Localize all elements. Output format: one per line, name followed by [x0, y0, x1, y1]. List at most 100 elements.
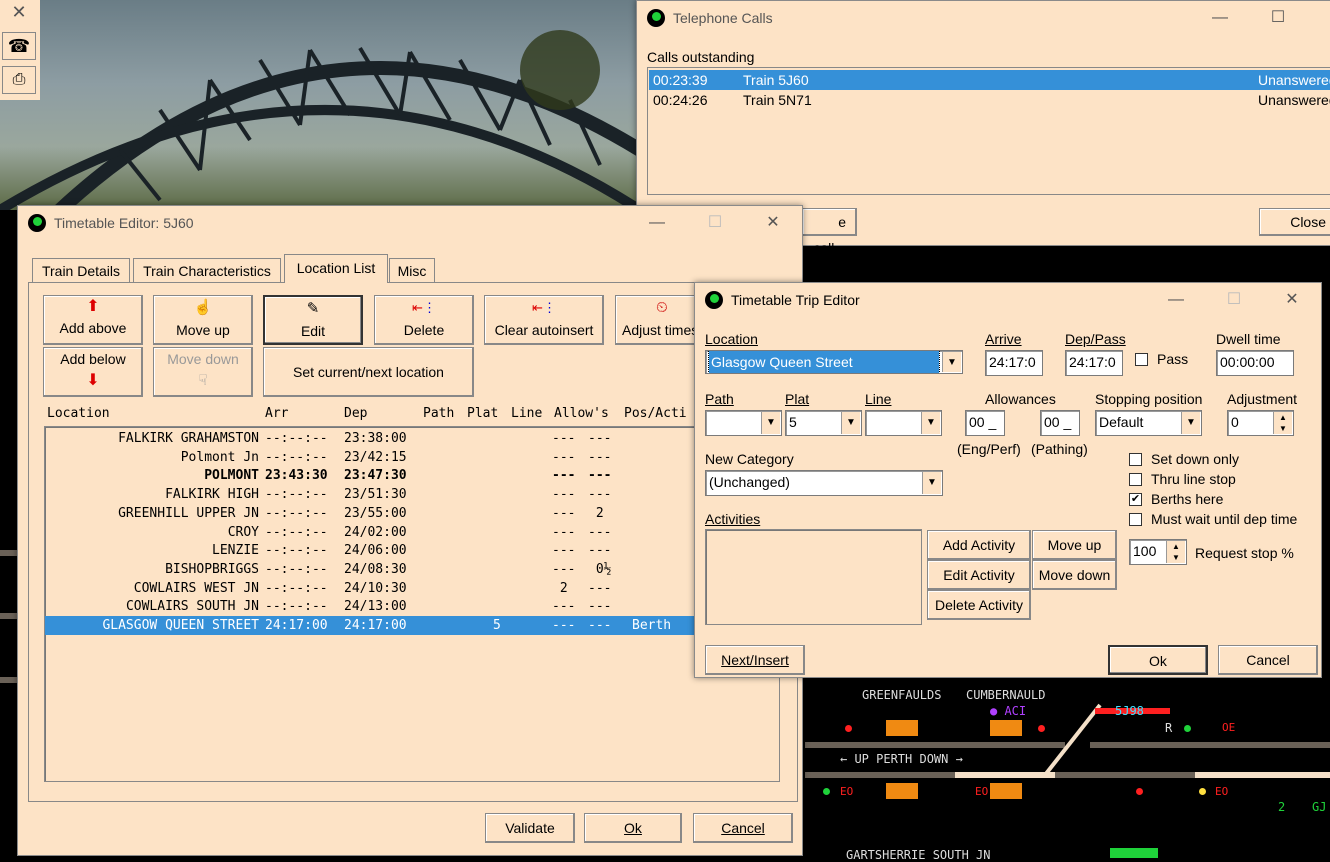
col-plat[interactable]: Plat — [467, 406, 498, 421]
move-down-button[interactable]: Move down ☟ — [153, 347, 253, 397]
col-location[interactable]: Location — [47, 406, 110, 421]
location-list[interactable]: FALKIRK GRAHAMSTON --:--:-- 23:38:00 --- ---… — [44, 426, 780, 782]
table-row[interactable]: COWLAIRS SOUTH JN --:--:-- 24/13:00 --- --- — [45, 597, 779, 616]
tab-train-details[interactable]: Train Details — [32, 258, 130, 282]
add-above-button[interactable]: ⬆ Add above — [43, 295, 143, 345]
table-row[interactable]: LENZIE --:--:-- 24/06:00 --- --- — [45, 541, 779, 560]
move-down-activity-button[interactable]: Move down — [1032, 560, 1117, 590]
table-row[interactable]: BISHOPBRIGGS --:--:-- 24/08:30 --- 0½ — [45, 560, 779, 579]
deppass-field[interactable]: 24:17:0 — [1065, 350, 1123, 376]
call-row[interactable]: 00:23:39 Train 5J60 Unanswered — [649, 70, 1330, 90]
mustwait-checkbox[interactable] — [1129, 513, 1142, 526]
add-below-button[interactable]: Add below ⬇ — [43, 347, 143, 397]
platform-block — [886, 720, 918, 736]
table-row[interactable]: CROY --:--:-- 24/02:00 --- --- — [45, 523, 779, 542]
table-row[interactable]: POLMONT 23:43:30 23:47:30 --- --- — [45, 466, 779, 485]
eo-label: EO — [1215, 785, 1229, 798]
path-select[interactable]: ▼ — [705, 410, 782, 436]
ok-button[interactable]: Ok — [584, 813, 682, 843]
col-arr[interactable]: Arr — [265, 406, 288, 421]
tab-train-characteristics[interactable]: Train Characteristics — [133, 258, 281, 282]
close-button[interactable]: ✕ — [758, 212, 788, 234]
close-icon[interactable]: ✕ — [0, 0, 38, 26]
call-row[interactable]: 00:24:26 Train 5N71 Unanswered — [649, 90, 1330, 110]
cell-location: GLASGOW QUEEN STREET — [102, 618, 259, 633]
next-insert-button[interactable]: Next/Insert — [705, 645, 805, 675]
printer-icon[interactable]: ⎙ — [2, 66, 36, 94]
col-pos[interactable]: Pos/Acti — [624, 406, 687, 421]
category-select[interactable]: (Unchanged) ▼ — [705, 470, 943, 496]
adjustment-spinner[interactable]: 0 ▲ ▼ — [1227, 410, 1294, 436]
adjustment-label: Adjustment — [1227, 391, 1298, 407]
close-button[interactable]: ✕ — [1277, 289, 1307, 311]
stopping-select[interactable]: Default ▼ — [1095, 410, 1202, 436]
eng-label: (Eng/Perf) — [957, 441, 1021, 457]
move-up-button[interactable]: ☝ Move up — [153, 295, 253, 345]
cell-arr: --:--:-- — [265, 561, 328, 577]
col-path[interactable]: Path — [423, 406, 454, 421]
request-stop-spinner[interactable]: 100 ▲ ▼ — [1129, 539, 1187, 565]
cell-dep: 23/42:15 — [344, 449, 407, 465]
eng-allowance-field[interactable]: 00 _ — [965, 410, 1005, 436]
pathing-allowance-field[interactable]: 00 _ — [1040, 410, 1080, 436]
dwell-field[interactable]: 00:00:00 — [1216, 350, 1294, 376]
add-activity-button[interactable]: Add Activity — [927, 530, 1031, 560]
col-allows[interactable]: Allow's — [554, 406, 609, 421]
ok-button[interactable]: Ok — [1108, 645, 1208, 675]
table-row[interactable]: GLASGOW QUEEN STREET 24:17:00 24:17:00 5 ---… — [45, 616, 779, 635]
edit-activity-button[interactable]: Edit Activity — [927, 560, 1031, 590]
setdown-checkbox[interactable] — [1129, 453, 1142, 466]
validate-button[interactable]: Validate — [485, 813, 575, 843]
minimize-button[interactable]: — — [1161, 289, 1191, 311]
pass-label: Pass — [1157, 351, 1189, 367]
table-row[interactable]: FALKIRK HIGH --:--:-- 23/51:30 --- --- — [45, 485, 779, 504]
location-select[interactable]: Glasgow Queen Street ▼ — [705, 350, 963, 374]
spinner-icon[interactable]: ▲ ▼ — [1273, 412, 1292, 434]
edit-button[interactable]: ✎ Edit — [263, 295, 363, 345]
line-select[interactable]: ▼ — [865, 410, 942, 436]
col-dep[interactable]: Dep — [344, 406, 367, 421]
maximize-button[interactable]: ☐ — [700, 212, 730, 234]
tab-misc[interactable]: Misc — [389, 258, 435, 282]
berths-checkbox[interactable]: ✔ — [1129, 493, 1142, 506]
plat-select[interactable]: 5 ▼ — [785, 410, 862, 436]
cell-location: CROY — [227, 524, 259, 540]
station-label: GREENFAULDS — [862, 688, 942, 702]
cell-arr: --:--:-- — [265, 505, 328, 521]
cell-allow2: --- — [588, 431, 612, 446]
maximize-button[interactable]: ☐ — [1219, 289, 1249, 311]
table-row[interactable]: GREENHILL UPPER JN --:--:-- 23/55:00 --- 2 — [45, 504, 779, 523]
path-label: Path — [705, 391, 734, 407]
move-up-activity-button[interactable]: Move up — [1032, 530, 1117, 560]
maximize-button[interactable]: ☐ — [1263, 7, 1293, 29]
table-row[interactable]: COWLAIRS WEST JN --:--:-- 24/10:30 2 --- — [45, 579, 779, 598]
cancel-button[interactable]: Cancel — [693, 813, 793, 843]
track-segment — [805, 742, 1065, 748]
close-button[interactable]: Close — [1259, 208, 1330, 236]
pass-checkbox[interactable] — [1135, 353, 1148, 366]
clear-insert-icon: ⇤⋮ — [532, 300, 556, 315]
telephone-icon[interactable]: ☎ — [2, 32, 36, 60]
train-headcode[interactable]: 5J98 — [1115, 704, 1144, 718]
place-call-button[interactable]: e call... — [803, 208, 857, 256]
delete-button[interactable]: ⇤⋮ Delete — [374, 295, 474, 345]
activities-list[interactable] — [705, 529, 922, 625]
table-row[interactable]: FALKIRK GRAHAMSTON --:--:-- 23:38:00 --- --- — [45, 429, 779, 448]
thru-checkbox[interactable] — [1129, 473, 1142, 486]
minimize-button[interactable]: — — [1205, 7, 1235, 29]
spinner-icon[interactable]: ▲ ▼ — [1166, 541, 1185, 563]
chevron-down-icon: ▼ — [841, 412, 860, 434]
cell-arr: --:--:-- — [265, 599, 328, 615]
table-row[interactable]: Polmont Jn --:--:-- 23/42:15 --- --- — [45, 448, 779, 467]
arrive-field[interactable]: 24:17:0 — [985, 350, 1043, 376]
calls-list[interactable]: 00:23:39 Train 5J60 Unanswered 00:24:26 Trai… — [647, 67, 1330, 195]
clear-autoinsert-button[interactable]: ⇤⋮ Clear autoinsert — [484, 295, 604, 345]
col-line[interactable]: Line — [511, 406, 542, 421]
minimize-button[interactable]: — — [642, 212, 672, 234]
cell-dep: 24/06:00 — [344, 543, 407, 559]
set-current-location-button[interactable]: Set current/next location — [263, 347, 474, 397]
cell-allow2: --- — [588, 618, 612, 633]
delete-activity-button[interactable]: Delete Activity — [927, 590, 1031, 620]
cancel-button[interactable]: Cancel — [1218, 645, 1318, 675]
tab-location-list[interactable]: Location List — [284, 254, 388, 283]
